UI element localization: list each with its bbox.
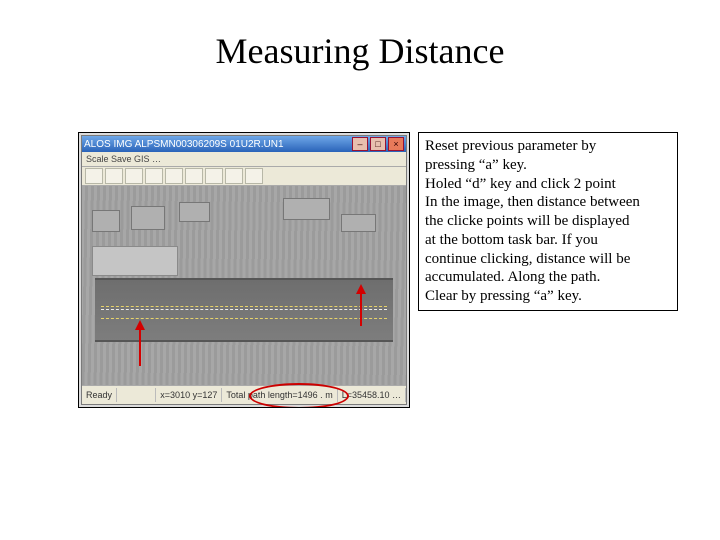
status-ready: Ready [82,388,117,402]
arrow-shaft [360,286,362,326]
close-button[interactable]: × [388,137,404,151]
building [179,202,210,222]
toolbar-button[interactable] [245,168,263,184]
instruction-line: Holed “d” key and click 2 point [425,175,671,194]
instruction-line: Reset previous parameter by [425,137,671,156]
toolbar-button[interactable] [185,168,203,184]
instruction-line: Clear by pressing “a” key. [425,287,671,306]
toolbar-button[interactable] [205,168,223,184]
instruction-line: accumulated. Along the path. [425,268,671,287]
measure-line [101,306,386,307]
menu-bar[interactable]: Scale Save GIS … [82,152,406,167]
slide-title: Measuring Distance [0,30,720,72]
toolbar-button[interactable] [105,168,123,184]
building [283,198,330,220]
instruction-line: at the bottom task bar. If you [425,231,671,250]
toolbar-button[interactable] [225,168,243,184]
slide: Measuring Distance ALOS IMG ALPSMN003062… [0,0,720,540]
app-window: ALOS IMG ALPSMN00306209S 01U2R.UN1 – □ ×… [81,135,407,405]
minimize-icon: – [357,139,362,149]
maximize-icon: □ [375,139,380,149]
image-viewport[interactable] [82,186,406,386]
toolbar-button[interactable] [165,168,183,184]
arrow-shaft [139,322,141,366]
instruction-line: pressing “a” key. [425,156,671,175]
status-pathlength: Total path length=1496 . m [222,388,337,402]
window-title: ALOS IMG ALPSMN00306209S 01U2R.UN1 [84,139,284,150]
building [341,214,375,232]
status-coords: x=3010 y=127 [156,388,222,402]
measure-line [101,318,386,319]
menu-items[interactable]: Scale Save GIS … [86,154,161,164]
toolbar [82,167,406,186]
instruction-line: the clicke points will be displayed [425,212,671,231]
apron-area [92,246,178,276]
toolbar-button[interactable] [125,168,143,184]
building [131,206,165,230]
instruction-line: In the image, then distance between [425,193,671,212]
status-bar: Ready x=3010 y=127 Total path length=149… [82,385,406,404]
toolbar-button[interactable] [145,168,163,184]
window-titlebar: ALOS IMG ALPSMN00306209S 01U2R.UN1 – □ × [82,136,406,152]
instruction-line: continue clicking, distance will be [425,250,671,269]
app-screenshot: ALOS IMG ALPSMN00306209S 01U2R.UN1 – □ ×… [78,132,410,408]
close-icon: × [393,139,398,149]
toolbar-button[interactable] [85,168,103,184]
minimize-button[interactable]: – [352,137,368,151]
instruction-box: Reset previous parameter by pressing “a”… [418,132,678,311]
building [92,210,120,232]
status-latlon: L=35458.10 … [338,388,406,402]
status-spacer [117,388,156,402]
maximize-button[interactable]: □ [370,137,386,151]
